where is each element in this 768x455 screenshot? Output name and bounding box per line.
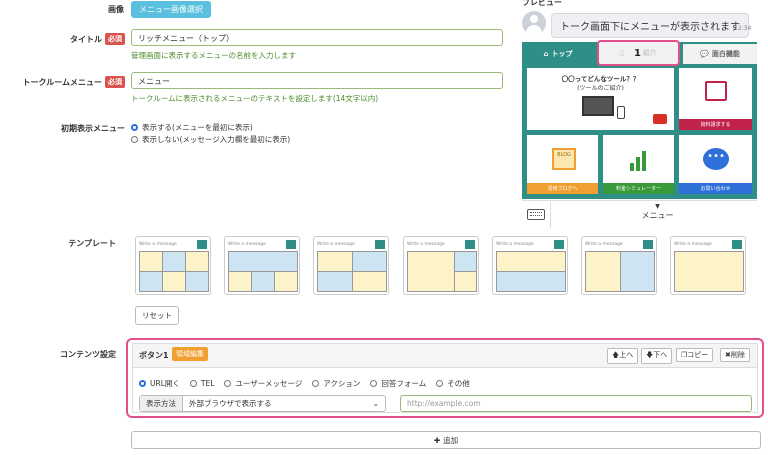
plus-icon: ✚ [433, 435, 441, 445]
move-up-button[interactable]: 🡅上へ [607, 348, 639, 364]
initial-display-label: 初期表示メニュー [61, 124, 125, 133]
title-input[interactable]: リッチメニュー（トップ） [131, 29, 503, 46]
chat-bubble-icon: ••• [703, 148, 729, 170]
menu-separator [550, 202, 551, 228]
radio-icon [370, 380, 378, 387]
template-option-6[interactable]: Write a message [581, 236, 657, 295]
required-badge: 必須 [105, 33, 125, 45]
keyboard-icon[interactable] [527, 209, 545, 220]
tab-top[interactable]: ⌂ トップ [522, 44, 594, 64]
template-option-1[interactable]: Write a message [135, 236, 211, 295]
select-menu-image-button[interactable]: メニュー画像選択 [131, 1, 211, 18]
bar-chart-icon [628, 149, 652, 171]
rich-menu-cell-request-docs[interactable]: 資料請求する [678, 67, 753, 131]
tab-fun-features[interactable]: 💬 面白機能 [683, 44, 757, 64]
video-play-icon [653, 114, 667, 124]
content-settings-label: コンテンツ設定 [60, 350, 116, 359]
avatar [522, 11, 546, 35]
talkroom-menu-input[interactable]: メニュー [131, 72, 503, 89]
tab-introduction[interactable]: ▯ 1 紹介 [597, 40, 680, 66]
copy-button[interactable]: ❐コピー [676, 348, 714, 362]
template-option-3[interactable]: Write a message [313, 236, 389, 295]
document-icon [705, 81, 727, 101]
radio-selected-icon [139, 380, 146, 387]
reset-button[interactable]: リセット [135, 306, 179, 325]
radio-icon [224, 380, 232, 387]
action-type-group: URL開く TEL ユーザーメッセージ アクション 回答フォーム その他 [139, 378, 470, 389]
menu-toggle[interactable]: ▼ メニュー [600, 203, 715, 221]
blog-icon: BLOG [552, 148, 576, 170]
template-label: テンプレート [68, 239, 116, 248]
button-title: ボタン1 [139, 351, 169, 360]
radio-icon [189, 380, 197, 387]
initial-display-hide-radio[interactable]: 表示しない(メッセージ入力欄を最初に表示) [131, 134, 290, 145]
rich-menu-cell-contact[interactable]: ••• お問い合わせ [678, 134, 753, 195]
move-down-button[interactable]: 🡇下へ [641, 348, 673, 364]
template-option-7[interactable]: Write a message [670, 236, 746, 295]
area-edit-badge[interactable]: 領域編集 [172, 347, 208, 361]
preview-label: プレビュー [522, 0, 562, 7]
talkroom-help: トークルームに表示されるメニューのテキストを設定します(14文字以内) [131, 94, 379, 103]
caret-down-icon: ▼ [655, 203, 660, 210]
url-input[interactable]: http://example.com [400, 395, 752, 412]
add-button[interactable]: ✚ 追加 [131, 431, 761, 449]
title-help: 管理画面に表示するメニューの名前を入力します [131, 51, 296, 60]
monitor-icon [582, 96, 614, 116]
display-method-select[interactable]: 表示方法 外部ブラウザで表示する ⌄ [139, 395, 386, 412]
template-option-2[interactable]: Write a message [224, 236, 300, 295]
template-option-4[interactable]: Write a message [403, 236, 479, 295]
radio-icon [436, 380, 444, 387]
rich-menu-cell-pricing[interactable]: 料金シミュレーター [602, 134, 675, 195]
chat-icon: 💬 [700, 50, 709, 58]
radio-selected-icon [131, 124, 138, 131]
image-label: 画像 [108, 5, 124, 14]
home-icon: ⌂ [543, 50, 549, 58]
radio-icon [312, 380, 320, 387]
message-time: 12:34 [734, 25, 752, 32]
title-label: タイトル 必須 [20, 33, 125, 45]
talkroom-menu-label: トークルームメニュー 必須 [0, 76, 125, 88]
delete-button[interactable]: ✖削除 [720, 348, 750, 362]
radio-icon [131, 136, 138, 143]
phone-icon: ▯ [620, 49, 624, 57]
initial-display-show-radio[interactable]: 表示する(メニューを最初に表示) [131, 122, 253, 133]
required-badge: 必須 [105, 76, 125, 88]
chevron-down-icon: ⌄ [372, 399, 379, 408]
rich-menu-cell-blog[interactable]: BLOG 活用ブログへ [526, 134, 599, 195]
phone-icon [617, 106, 625, 119]
chat-message-bubble: トーク画面下にメニューが表示されます [551, 13, 749, 38]
template-option-5[interactable]: Write a message [492, 236, 568, 295]
rich-menu-banner[interactable]: 〇〇ってどんなツール？？ (ツールのご紹介) [526, 67, 675, 131]
